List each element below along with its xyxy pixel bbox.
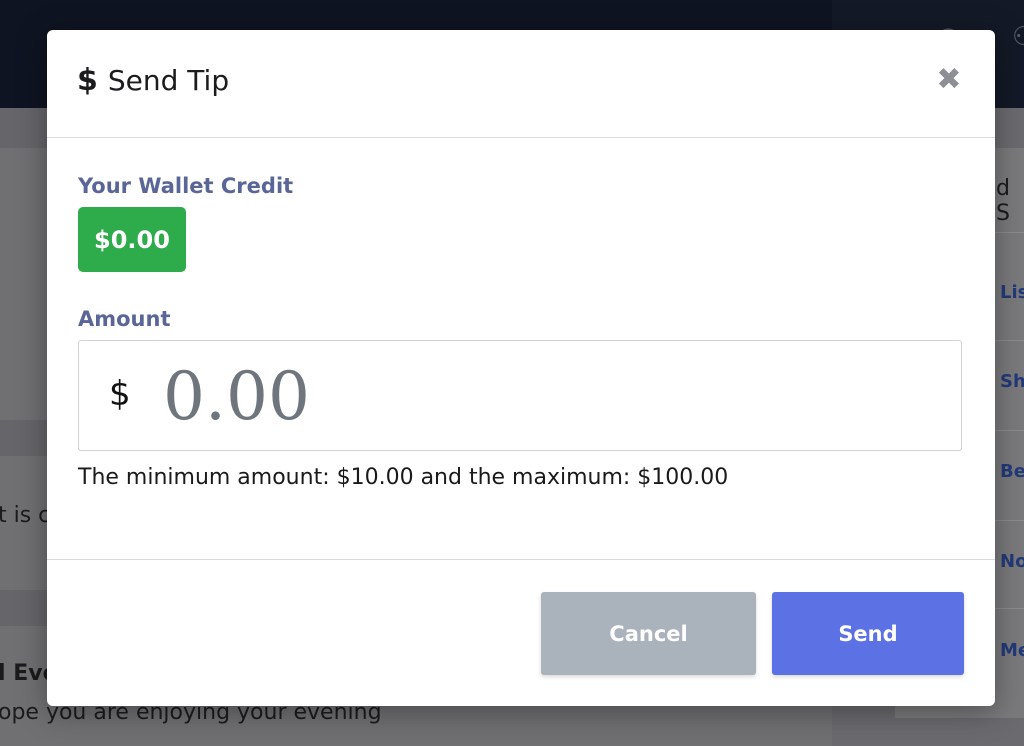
- background-right-item[interactable]: Lis: [1000, 282, 1024, 303]
- background-text: t is c: [0, 503, 51, 528]
- background-right-item[interactable]: Sh: [1000, 371, 1024, 392]
- modal-header: $ Send Tip ✖: [47, 30, 995, 138]
- send-tip-modal: $ Send Tip ✖ Your Wallet Credit $0.00 Am…: [47, 30, 995, 706]
- amount-input[interactable]: [161, 351, 945, 441]
- background-right-item[interactable]: Me: [1000, 640, 1024, 661]
- amount-hint: The minimum amount: $10.00 and the maxim…: [78, 465, 729, 490]
- footer-divider: [47, 559, 995, 560]
- currency-symbol: $: [109, 374, 131, 414]
- wallet-credit-label: Your Wallet Credit: [78, 174, 294, 198]
- dollar-icon: $: [77, 63, 98, 98]
- amount-field[interactable]: $: [78, 340, 962, 451]
- amount-label: Amount: [78, 307, 171, 331]
- user-icon[interactable]: ⚇: [1012, 22, 1024, 52]
- background-right-item[interactable]: Be: [1000, 461, 1024, 482]
- cancel-button[interactable]: Cancel: [541, 592, 756, 675]
- modal-title: $ Send Tip: [77, 63, 229, 98]
- close-icon[interactable]: ✖: [935, 65, 963, 95]
- background-right-title: d S: [996, 176, 1010, 226]
- modal-title-text: Send Tip: [107, 64, 230, 97]
- background-right-item[interactable]: No: [1000, 551, 1024, 572]
- send-button[interactable]: Send: [772, 592, 964, 675]
- wallet-credit-badge: $0.00: [78, 207, 186, 272]
